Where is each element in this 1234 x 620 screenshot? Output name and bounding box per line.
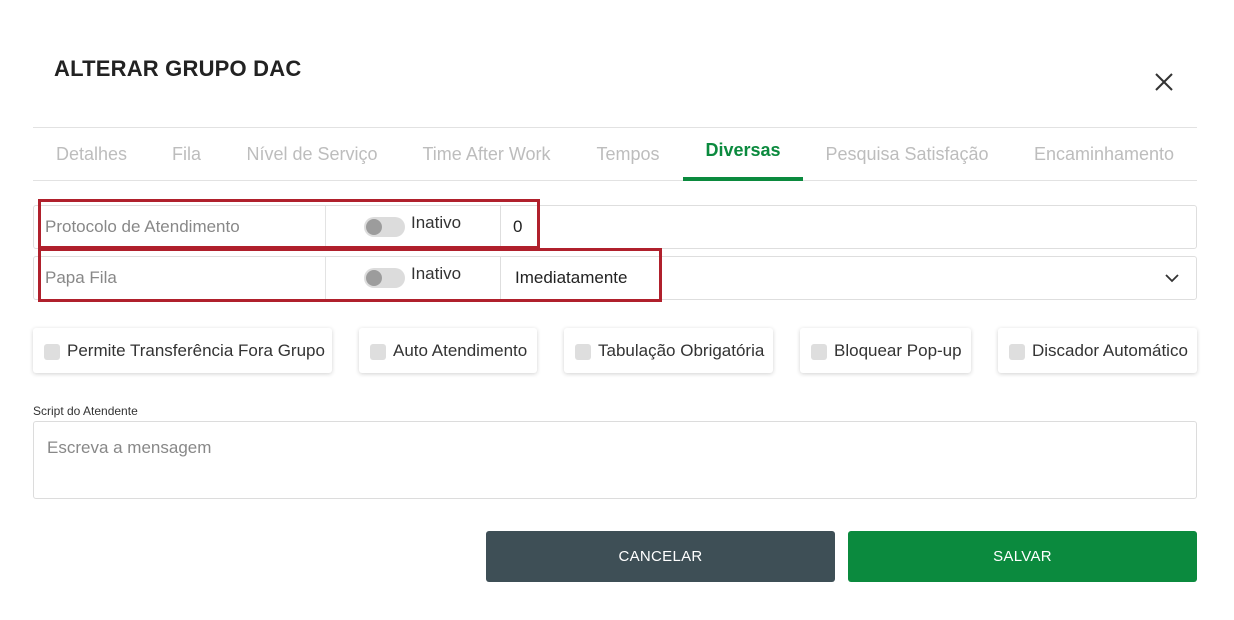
tab-bar: Detalhes Fila Nível de Serviço Time Afte… xyxy=(33,127,1197,181)
checkbox-label: Discador Automático xyxy=(1032,340,1188,360)
papa-fila-toggle-label: Inativo xyxy=(411,264,462,283)
checkbox-box[interactable] xyxy=(1009,343,1025,360)
tab-fila[interactable]: Fila xyxy=(154,128,219,181)
script-textarea[interactable] xyxy=(33,421,1197,499)
chevron-down-icon[interactable] xyxy=(1164,270,1180,286)
checkbox-box[interactable] xyxy=(44,343,60,360)
checkbox-label: Bloquear Pop-up xyxy=(834,340,962,360)
script-label: Script do Atendente xyxy=(33,404,138,418)
row-divider xyxy=(325,206,326,248)
row-divider xyxy=(325,257,326,299)
tab-diversas[interactable]: Diversas xyxy=(683,128,803,181)
papa-fila-toggle[interactable] xyxy=(364,268,405,288)
modal-title: ALTERAR GRUPO DAC xyxy=(54,56,302,81)
tab-nivel-de-servico[interactable]: Nível de Serviço xyxy=(232,128,392,181)
field-divider xyxy=(500,206,501,248)
papa-fila-select[interactable]: Imediatamente xyxy=(515,257,627,299)
toggle-knob xyxy=(366,219,382,235)
papa-fila-label: Papa Fila xyxy=(45,268,117,287)
checkbox-bloquear-popup[interactable]: Bloquear Pop-up xyxy=(800,328,971,373)
checkbox-auto-atendimento[interactable]: Auto Atendimento xyxy=(359,328,537,373)
checkbox-box[interactable] xyxy=(370,343,386,360)
tab-encaminhamento[interactable]: Encaminhamento xyxy=(1023,128,1185,181)
save-button[interactable]: SALVAR xyxy=(848,531,1197,582)
protocolo-toggle-label: Inativo xyxy=(411,213,462,232)
cancel-button[interactable]: CANCELAR xyxy=(486,531,835,582)
protocolo-row: Protocolo de Atendimento Inativo 0 xyxy=(33,205,1197,249)
tab-tempos[interactable]: Tempos xyxy=(583,128,673,181)
tab-time-after-work[interactable]: Time After Work xyxy=(409,128,564,181)
checkbox-tabulacao-obrigatoria[interactable]: Tabulação Obrigatória xyxy=(564,328,773,373)
protocolo-input[interactable]: 0 xyxy=(513,206,522,248)
protocolo-toggle[interactable] xyxy=(364,217,405,237)
checkbox-box[interactable] xyxy=(811,343,827,360)
close-icon[interactable] xyxy=(1150,68,1178,96)
checkbox-discador-automatico[interactable]: Discador Automático xyxy=(998,328,1197,373)
toggle-knob xyxy=(366,270,382,286)
papa-fila-row: Papa Fila Inativo Imediatamente xyxy=(33,256,1197,300)
protocolo-label: Protocolo de Atendimento xyxy=(45,217,240,236)
checkbox-label: Tabulação Obrigatória xyxy=(598,340,765,360)
checkbox-permite-transferencia[interactable]: Permite Transferência Fora Grupo xyxy=(33,328,332,373)
checkbox-label: Auto Atendimento xyxy=(393,340,528,360)
field-divider xyxy=(500,257,501,299)
checkbox-label: Permite Transferência Fora Grupo xyxy=(67,340,325,360)
checkbox-box[interactable] xyxy=(575,343,591,360)
tab-detalhes[interactable]: Detalhes xyxy=(33,128,150,181)
tab-pesquisa-satisfacao[interactable]: Pesquisa Satisfação xyxy=(814,128,1000,181)
